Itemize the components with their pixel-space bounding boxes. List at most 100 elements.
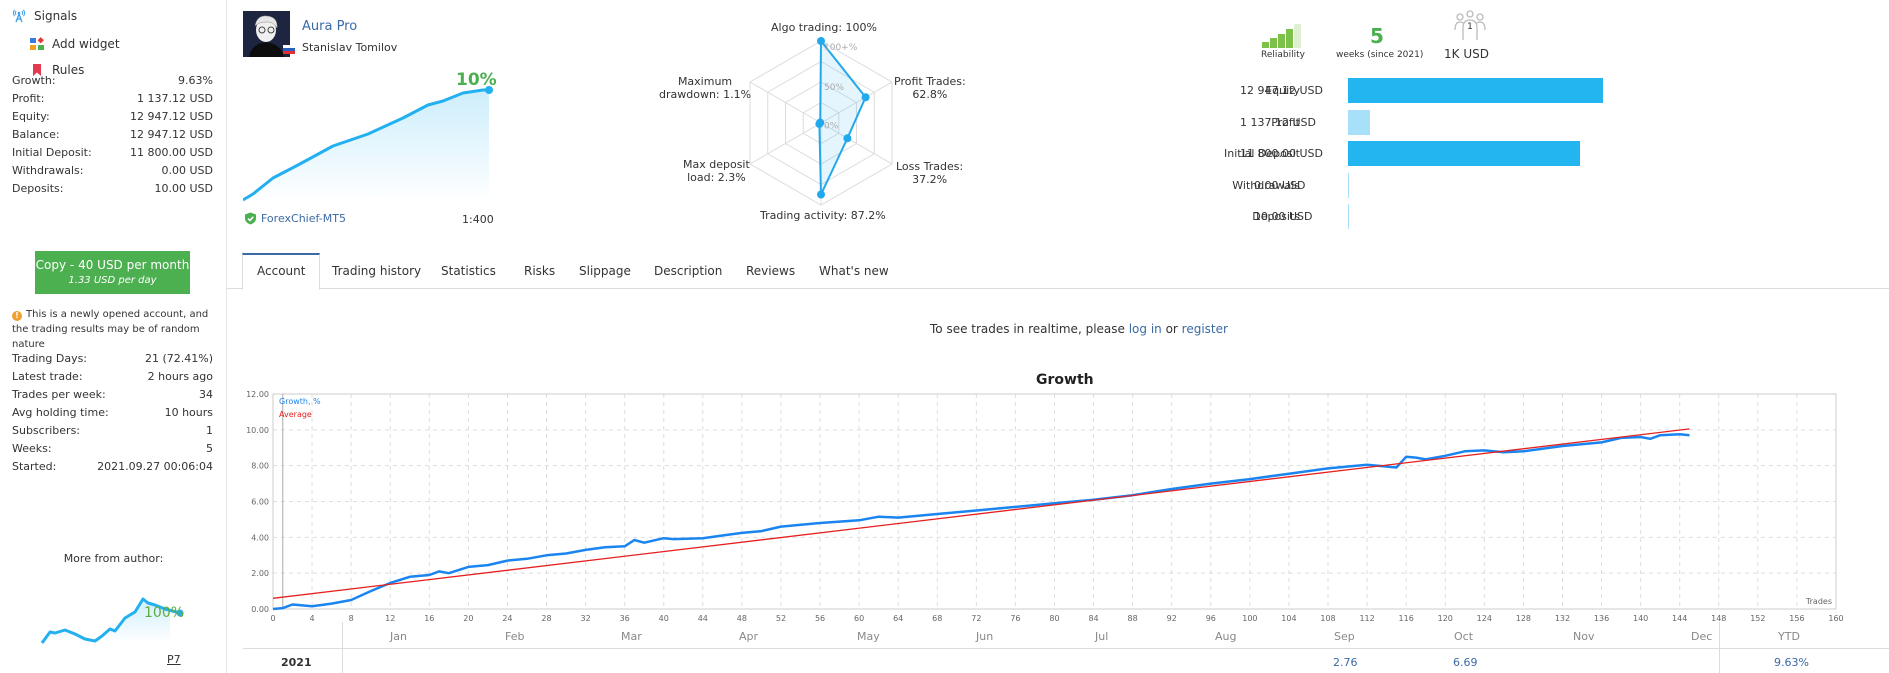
sidebar-item-add-widget[interactable]: Add widget — [30, 37, 120, 51]
radar-scale-label: 50% — [824, 83, 844, 93]
x-tick-label: 124 — [1477, 614, 1492, 623]
x-tick-label: 4 — [310, 614, 315, 623]
new-account-notice: ! This is a newly opened account, and the… — [12, 307, 217, 352]
broker-link[interactable]: ForexChief-MT5 — [244, 212, 346, 225]
tab-slippage[interactable]: Slippage — [565, 253, 645, 289]
ytd-value: 9.63% — [1774, 656, 1809, 669]
month-value: 6.69 — [1453, 656, 1478, 669]
y-tick-label: 0.00 — [251, 605, 269, 614]
radar-label-line: Loss Trades: — [896, 160, 964, 173]
reliability-bar — [1270, 38, 1277, 48]
stat-value: 21 (72.41%) — [144, 352, 213, 365]
x-tick-label: 104 — [1281, 614, 1296, 623]
x-tick-label: 28 — [541, 614, 551, 623]
stat-label: Profit: — [12, 92, 45, 105]
table-divider — [342, 622, 343, 673]
stat-value: 12 947.12 USD — [130, 128, 213, 141]
notice-text: This is a newly opened account, and the … — [12, 309, 209, 350]
radar-value-polygon — [818, 38, 867, 195]
x-tick-label: 68 — [932, 614, 942, 623]
stat-row: Profit: 1 137.12 USD — [12, 92, 213, 106]
month-header: May — [857, 630, 880, 643]
tab-what-s-new[interactable]: What's new — [805, 253, 903, 289]
tab-description[interactable]: Description — [640, 253, 736, 289]
copy-signal-button[interactable]: Copy - 40 USD per month 1.33 USD per day — [35, 251, 190, 294]
subscribers-icon: 1 — [1454, 10, 1486, 40]
radar-label-trading-activity: Trading activity: 87.2% — [760, 209, 886, 222]
author-signal-growth: 100% — [144, 605, 185, 621]
stat-row: Trades per week: 34 — [12, 388, 213, 402]
x-tick-label: 0 — [270, 614, 275, 623]
x-tick-label: 72 — [971, 614, 981, 623]
balance-bar — [1348, 204, 1349, 229]
tab-account[interactable]: Account — [242, 253, 321, 290]
radar-label-line: load: 2.3% — [687, 171, 746, 184]
more-from-author-title: More from author: — [63, 552, 164, 565]
radar-label-algo-trading: Algo trading: 100% — [771, 21, 878, 34]
stat-row: Initial Deposit: 11 800.00 USD — [12, 146, 213, 160]
tab-statistics[interactable]: Statistics — [427, 253, 510, 289]
signal-name[interactable]: Aura Pro — [302, 19, 357, 34]
verified-shield-icon — [245, 212, 256, 225]
mini-growth-area — [243, 90, 489, 203]
radar-label-max-drawdown: Maximum drawdown: 1.1% — [659, 75, 751, 101]
tab-trading-history[interactable]: Trading history — [318, 253, 435, 289]
ytd-header: YTD — [1778, 630, 1800, 643]
author-name[interactable]: Stanislav Tomilov — [302, 41, 397, 54]
subscribers-count: 1 — [1467, 22, 1473, 32]
stat-value: 5 — [206, 442, 213, 455]
x-tick-label: 64 — [893, 614, 903, 623]
widget-icon — [30, 37, 44, 50]
x-tick-label: 16 — [424, 614, 434, 623]
leverage: 1:400 — [462, 213, 494, 226]
x-tick-label: 92 — [1167, 614, 1177, 623]
copy-button-label: Copy - 40 USD per month — [35, 258, 190, 272]
stat-row: Deposits: 10.00 USD — [12, 182, 213, 196]
balance-row: Profit 1 137.12 USD — [1140, 109, 1620, 136]
stat-row: Growth: 9.63% — [12, 74, 213, 88]
x-tick-label: 112 — [1359, 614, 1374, 623]
sidebar-item-signals[interactable]: Signals — [12, 9, 77, 23]
register-link[interactable]: register — [1182, 322, 1228, 336]
x-tick-label: 80 — [1049, 614, 1059, 623]
reliability-bars-icon — [1262, 24, 1301, 48]
stat-row: Balance: 12 947.12 USD — [12, 128, 213, 142]
y-tick-label: 6.00 — [251, 498, 269, 507]
tab-reviews[interactable]: Reviews — [732, 253, 809, 289]
radar-scale-label: 0% — [824, 122, 839, 132]
stat-row: Started: 2021.09.27 00:06:04 — [12, 460, 213, 474]
x-tick-label: 48 — [737, 614, 747, 623]
x-tick-label: 108 — [1320, 614, 1335, 623]
login-link[interactable]: log in — [1129, 322, 1162, 336]
stat-label: Subscribers: — [12, 424, 81, 437]
realtime-login-prompt: To see trades in realtime, please log in… — [930, 322, 1228, 336]
tab-risks[interactable]: Risks — [510, 253, 569, 289]
month-header: Aug — [1215, 630, 1237, 643]
stat-label: Trading Days: — [12, 352, 88, 365]
x-tick-label: 100 — [1242, 614, 1257, 623]
author-signal-link[interactable]: P7 — [167, 653, 181, 666]
radar-point-loss-trades — [843, 134, 852, 143]
stat-value: 2 hours ago — [147, 370, 213, 383]
x-tick-label: 12 — [385, 614, 395, 623]
balance-value: 12 947.12 USD — [1240, 84, 1323, 97]
x-tick-label: 144 — [1672, 614, 1687, 623]
x-tick-label: 20 — [463, 614, 473, 623]
x-tick-label: 8 — [349, 614, 354, 623]
radar-label-line: drawdown: 1.1% — [659, 88, 752, 101]
balance-row: Deposits 10.00 USD — [1140, 204, 1620, 230]
month-header: Jul — [1095, 630, 1109, 643]
x-tick-label: 152 — [1750, 614, 1765, 623]
radar-scale-label: 100+% — [824, 43, 858, 53]
x-tick-label: 56 — [815, 614, 825, 623]
x-tick-label: 36 — [620, 614, 630, 623]
stat-label: Balance: — [12, 128, 60, 141]
x-tick-label: 76 — [1010, 614, 1020, 623]
stat-value: 1 137.12 USD — [137, 92, 213, 105]
stat-row: Latest trade: 2 hours ago — [12, 370, 213, 384]
radar-label-profit-trades: Profit Trades: 62.8% — [894, 75, 966, 101]
stat-row: Withdrawals: 0.00 USD — [12, 164, 213, 178]
x-tick-label: 140 — [1633, 614, 1648, 623]
balance-value: 11 800.00 USD — [1240, 147, 1323, 160]
radar-point-profit-trades — [861, 93, 870, 102]
